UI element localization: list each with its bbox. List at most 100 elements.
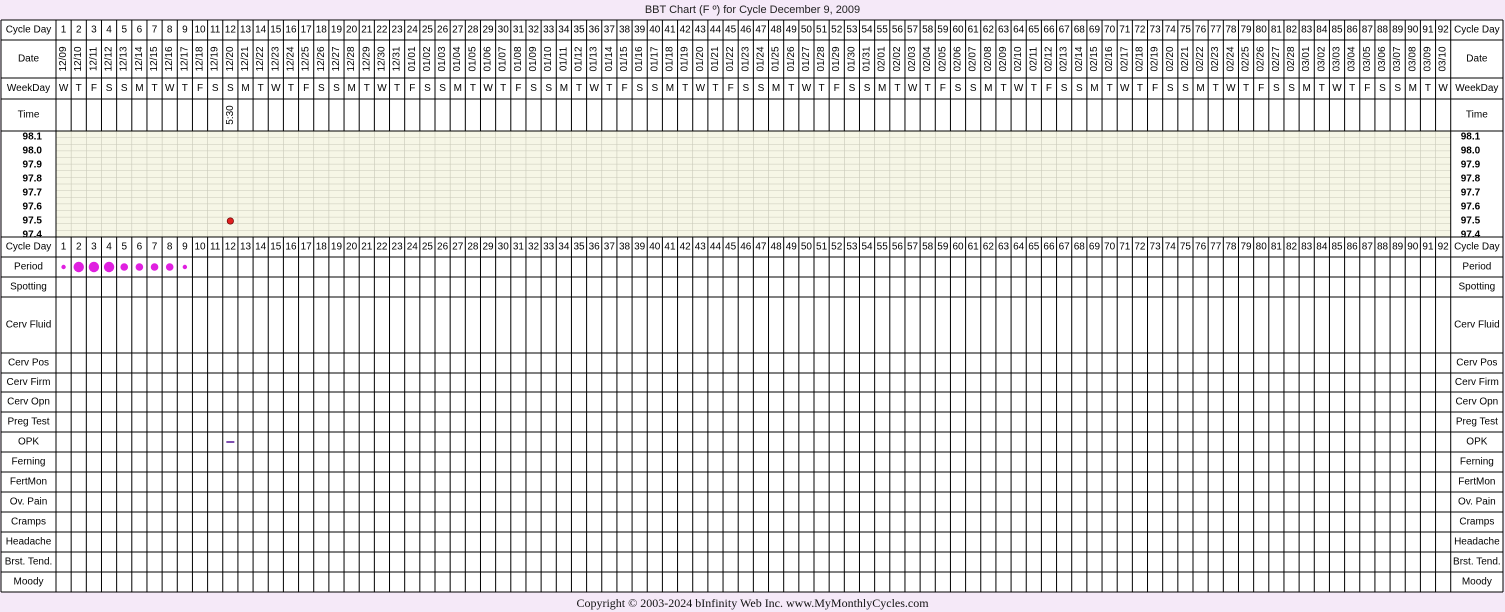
- row-label-cycle_day_bottom-right: Cycle Day: [1454, 242, 1500, 253]
- date-label: 01/23: [740, 46, 751, 71]
- date-label: 01/04: [452, 46, 463, 71]
- copyright-footer: Copyright © 2003-2024 bInfinity Web Inc.…: [576, 596, 929, 610]
- date-label: 02/08: [983, 46, 994, 71]
- cycle-day-label: 17: [301, 25, 313, 36]
- temp-axis-label: 97.4: [23, 230, 43, 241]
- cycle-day-label-bottom: 66: [1043, 242, 1055, 253]
- weekday-label: T: [925, 83, 931, 94]
- period-dot: [165, 263, 174, 271]
- date-label: 01/16: [634, 46, 645, 71]
- cycle-day-label-bottom: 17: [301, 242, 313, 253]
- weekday-label: S: [227, 83, 234, 94]
- cycle-day-label-bottom: 67: [1059, 242, 1071, 253]
- cycle-day-label-bottom: 21: [361, 242, 373, 253]
- period-dot: [150, 263, 159, 271]
- cycle-day-label-bottom: 89: [1392, 242, 1404, 253]
- cycle-day-label: 57: [907, 25, 919, 36]
- cycle-day-label-bottom: 47: [755, 242, 767, 253]
- cycle-day-label-bottom: 54: [861, 242, 873, 253]
- cycle-day-label: 60: [952, 25, 964, 36]
- date-label: 01/08: [513, 46, 524, 71]
- cycle-day-label: 80: [1256, 25, 1268, 36]
- date-label: 12/19: [210, 46, 221, 71]
- date-label: 02/01: [877, 46, 888, 71]
- weekday-label: W: [1438, 83, 1448, 94]
- date-label: 02/24: [1225, 46, 1236, 71]
- date-label: 01/13: [589, 46, 600, 71]
- cycle-day-label: 36: [589, 25, 601, 36]
- weekday-label: S: [318, 83, 325, 94]
- cycle-day-label: 67: [1059, 25, 1071, 36]
- row-label-observation: FertMon: [10, 477, 47, 488]
- weekday-label: M: [772, 83, 780, 94]
- weekday-label: S: [1182, 83, 1189, 94]
- cycle-day-label-bottom: 9: [182, 242, 188, 253]
- cycle-day-label-bottom: 27: [452, 242, 464, 253]
- cycle-day-label-bottom: 60: [952, 242, 964, 253]
- weekday-label: M: [347, 83, 355, 94]
- date-label: 01/27: [801, 46, 812, 71]
- cycle-day-label-bottom: 72: [1134, 242, 1146, 253]
- cycle-day-label-bottom: 48: [771, 242, 783, 253]
- weekday-label: M: [241, 83, 249, 94]
- date-label: 12/13: [119, 46, 130, 71]
- weekday-label: T: [712, 83, 718, 94]
- date-label: 03/02: [1316, 46, 1327, 71]
- cycle-day-label: 75: [1180, 25, 1192, 36]
- date-label: 02/22: [1195, 46, 1206, 71]
- weekday-label: M: [1196, 83, 1204, 94]
- weekday-label: T: [1319, 83, 1325, 94]
- date-label: 01/17: [649, 46, 660, 71]
- date-label: 12/30: [376, 46, 387, 71]
- weekday-label: W: [589, 83, 599, 94]
- cycle-day-label: 27: [452, 25, 464, 36]
- row-label-cycle_day-right: Cycle Day: [1454, 25, 1500, 36]
- weekday-label: S: [742, 83, 749, 94]
- cycle-day-label-bottom: 16: [285, 242, 297, 253]
- date-label: 01/15: [619, 46, 630, 71]
- cycle-day-label: 90: [1407, 25, 1419, 36]
- cycle-day-label: 88: [1377, 25, 1389, 36]
- cycle-day-label-bottom: 80: [1256, 242, 1268, 253]
- cycle-day-label-bottom: 14: [255, 242, 267, 253]
- period-dot: [88, 261, 100, 273]
- date-label: 12/27: [331, 46, 342, 71]
- cycle-day-label: 29: [482, 25, 494, 36]
- temp-axis-label: 98.0: [23, 146, 43, 157]
- cycle-day-label: 24: [407, 25, 419, 36]
- cycle-day-label: 30: [498, 25, 510, 36]
- cycle-day-label-bottom: 74: [1165, 242, 1177, 253]
- cycle-day-label-bottom: 87: [1362, 242, 1374, 253]
- weekday-label: S: [212, 83, 219, 94]
- row-label-observation: Brst. Tend.: [5, 557, 53, 568]
- cycle-day-label: 3: [91, 25, 97, 36]
- date-label: 02/27: [1271, 46, 1282, 71]
- date-label: 01/03: [437, 46, 448, 71]
- row-label-observation: Cerv Fluid: [6, 320, 52, 331]
- weekday-label: T: [606, 83, 612, 94]
- temp-axis-label: 97.7: [23, 188, 43, 199]
- cycle-day-label-bottom: 62: [983, 242, 995, 253]
- row-label-weekday-right: WeekDay: [1455, 83, 1498, 94]
- cycle-day-label-bottom: 19: [331, 242, 343, 253]
- cycle-day-label-bottom: 81: [1271, 242, 1283, 253]
- cycle-day-label-bottom: 64: [1013, 242, 1025, 253]
- weekday-label: T: [1425, 83, 1431, 94]
- date-label: 03/07: [1392, 46, 1403, 71]
- cycle-day-label: 25: [422, 25, 434, 36]
- date-label: 02/09: [998, 46, 1009, 71]
- cycle-day-label-bottom: 57: [907, 242, 919, 253]
- weekday-label: T: [500, 83, 506, 94]
- cycle-day-label: 18: [316, 25, 328, 36]
- row-label-observation: Cramps: [11, 517, 46, 528]
- cycle-day-label-bottom: 25: [422, 242, 434, 253]
- date-label: 02/21: [1180, 46, 1191, 71]
- cycle-day-label: 42: [680, 25, 692, 36]
- weekday-label: T: [1213, 83, 1219, 94]
- row-label-observation: Ov. Pain: [10, 497, 48, 508]
- cycle-day-label: 37: [604, 25, 616, 36]
- weekday-label: T: [1137, 83, 1143, 94]
- weekday-label: S: [424, 83, 431, 94]
- weekday-label: T: [1031, 83, 1037, 94]
- row-label-observation-right: Moody: [1462, 577, 1492, 588]
